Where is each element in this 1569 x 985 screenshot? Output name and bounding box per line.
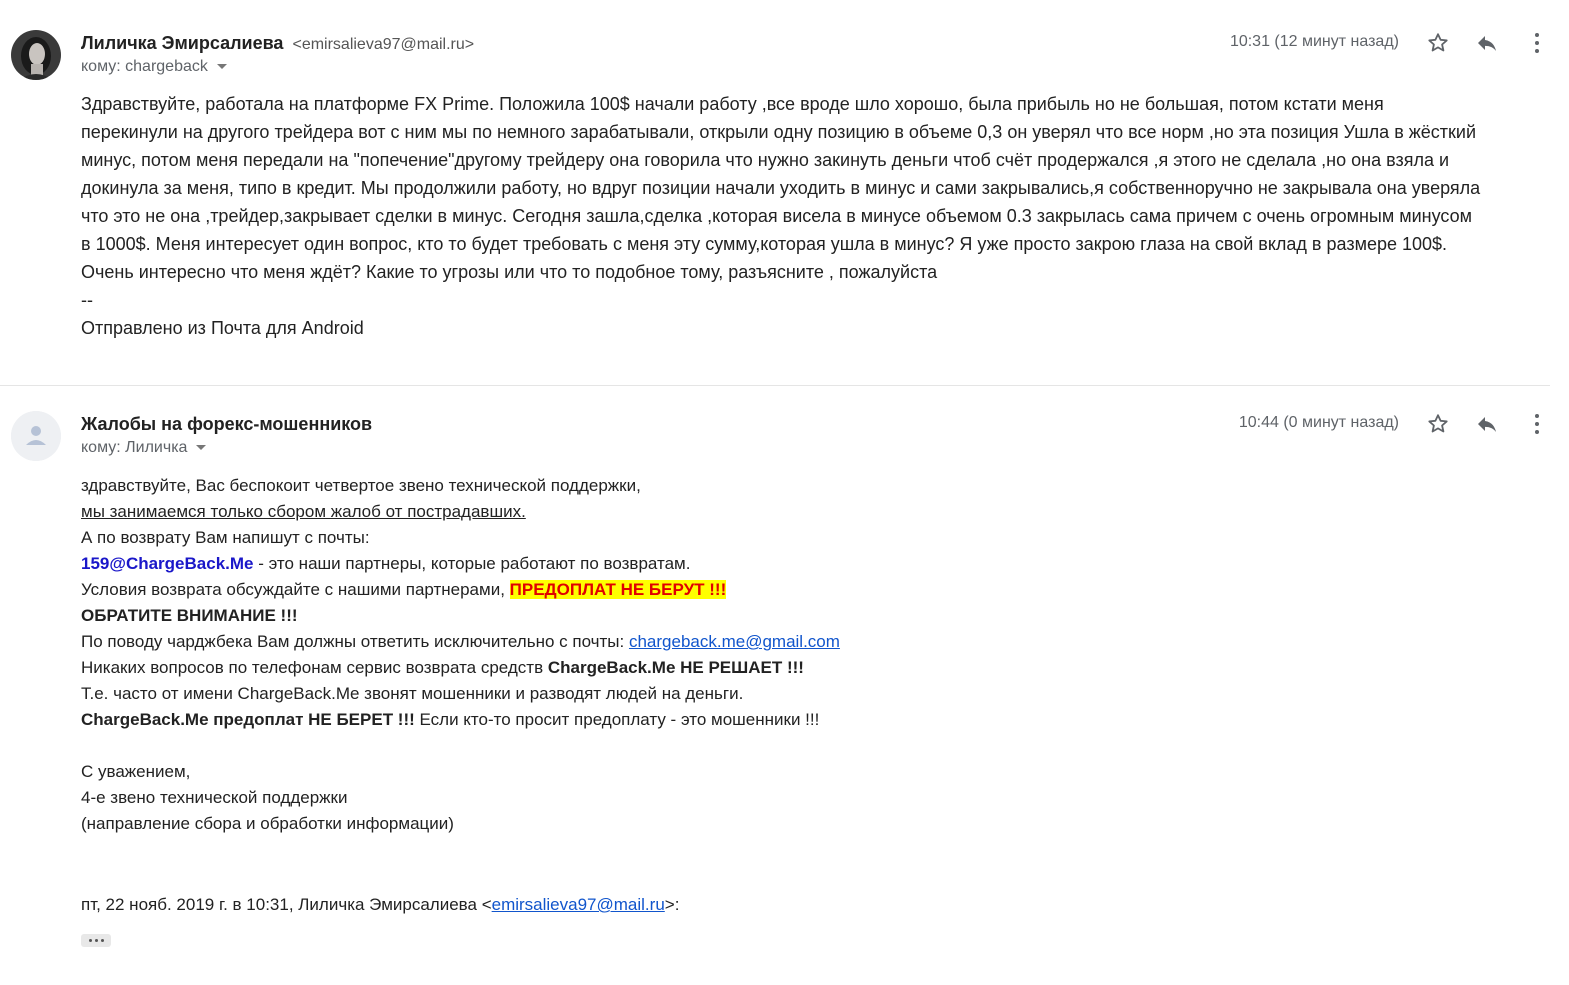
signature-line: 4-е звено технической поддержки bbox=[81, 788, 348, 807]
quoted-header: пт, 22 нояб. 2019 г. в 10:31, Лиличка Эм… bbox=[81, 892, 679, 918]
reply-button[interactable] bbox=[1473, 29, 1501, 57]
sender-name[interactable]: Жалобы на форекс-мошенников bbox=[81, 414, 372, 434]
show-trimmed-content-button[interactable] bbox=[81, 934, 111, 947]
avatar-photo-icon bbox=[11, 30, 61, 80]
recipient-line[interactable]: кому: Лиличка bbox=[81, 439, 207, 457]
reply-body: здравствуйте, Вас беспокоит четвертое зв… bbox=[81, 473, 1381, 837]
body-line: минус, потом меня передали на "попечение… bbox=[81, 150, 1450, 170]
recipient-label: кому: Лиличка bbox=[81, 439, 188, 456]
signature-separator: -- bbox=[81, 290, 93, 310]
body-line: По поводу чарджбека Вам должны ответить … bbox=[81, 629, 1381, 655]
reply-button[interactable] bbox=[1473, 410, 1501, 438]
body-line: перекинули на другого трейдера вот с ним… bbox=[81, 122, 1477, 142]
body-line: что это не она ,трейдер,закрывает сделки… bbox=[81, 206, 1472, 226]
star-icon bbox=[1428, 414, 1448, 433]
body-line: Здравствуйте, работала на платформе FX P… bbox=[81, 94, 1384, 114]
body-line: здравствуйте, Вас беспокоит четвертое зв… bbox=[81, 476, 641, 495]
sender-line: Жалобы на форекс-мошенников bbox=[81, 414, 372, 435]
attention-heading: ОБРАТИТЕ ВНИМАНИЕ !!! bbox=[81, 606, 298, 625]
quote-suffix: >: bbox=[664, 895, 680, 914]
body-line: в 1000$. Меня интересует один вопрос, кт… bbox=[81, 234, 1448, 254]
star-button[interactable] bbox=[1424, 29, 1452, 57]
quoted-email-link[interactable]: emirsalieva97@mail.ru bbox=[492, 895, 665, 914]
signature-line: (направление сбора и обработки информаци… bbox=[81, 814, 454, 833]
body-line: Условия возврата обсуждайте с нашими пар… bbox=[81, 577, 1381, 603]
body-line: докинула за меня, типо в кредит. Мы прод… bbox=[81, 178, 1481, 198]
body-line: Т.е. часто от имени ChargeBack.Me звонят… bbox=[81, 684, 744, 703]
partner-note: - это наши партнеры, которые работают по… bbox=[253, 554, 691, 573]
ellipsis-dot bbox=[100, 939, 104, 942]
message-1: Лиличка Эмирсалиева <emirsalieva97@mail.… bbox=[0, 0, 1569, 385]
message-time: 10:44 (0 минут назад) bbox=[1238, 414, 1399, 431]
message-body: Здравствуйте, работала на платформе FX P… bbox=[81, 90, 1561, 342]
sender-avatar[interactable] bbox=[11, 30, 61, 80]
more-options-button[interactable] bbox=[1523, 410, 1551, 438]
warning-highlight: ПРЕДОПЛАТ НЕ БЕРУТ !!! bbox=[509, 580, 727, 599]
chargeback-email-link[interactable]: chargeback.me@gmail.com bbox=[629, 632, 840, 651]
chevron-down-icon[interactable] bbox=[216, 64, 227, 70]
sender-name[interactable]: Лиличка Эмирсалиева bbox=[81, 33, 283, 53]
chargeback-text: По поводу чарджбека Вам должны ответить … bbox=[81, 632, 629, 651]
body-line: 159@ChargeBack.Me - это наши партнеры, к… bbox=[81, 551, 1381, 577]
body-line: Никаких вопросов по телефонам сервис воз… bbox=[81, 655, 1381, 681]
message-time: 10:31 (12 минут назад) bbox=[1229, 33, 1399, 50]
sender-avatar[interactable] bbox=[11, 411, 61, 461]
recipient-label: кому: chargeback bbox=[81, 58, 208, 75]
conditions-text: Условия возврата обсуждайте с нашими пар… bbox=[81, 580, 510, 599]
sender-email: <emirsalieva97@mail.ru> bbox=[292, 36, 475, 53]
body-line: ChargeBack.Me предоплат НЕ БЕРЕТ !!! Есл… bbox=[81, 707, 1381, 733]
signature-text: Отправлено из Почта для Android bbox=[81, 318, 364, 338]
underlined-text: мы занимаемся только сбором жалоб от пос… bbox=[81, 502, 526, 521]
body-line: мы занимаемся только сбором жалоб от пос… bbox=[81, 499, 1381, 525]
partner-email: 159@ChargeBack.Me bbox=[81, 554, 254, 573]
bold-text: ChargeBack.Me предоплат НЕ БЕРЕТ !!! bbox=[81, 710, 415, 729]
ellipsis-dot bbox=[94, 939, 98, 942]
signature-line: С уважением, bbox=[81, 762, 191, 781]
body-line: Очень интересно что меня ждёт? Какие то … bbox=[81, 262, 938, 282]
star-icon bbox=[1428, 33, 1448, 52]
ellipsis-dot bbox=[88, 939, 92, 942]
avatar-placeholder-icon bbox=[11, 411, 61, 461]
bold-text: ChargeBack.Me НЕ РЕШАЕТ !!! bbox=[547, 658, 804, 677]
body-line: А по возврату Вам напишут с почты: bbox=[81, 528, 370, 547]
star-button[interactable] bbox=[1424, 410, 1452, 438]
quote-prefix: пт, 22 нояб. 2019 г. в 10:31, Лиличка Эм… bbox=[81, 895, 492, 914]
fraud-warning-text: Если кто-то просит предоплату - это моше… bbox=[414, 710, 820, 729]
reply-icon bbox=[1478, 36, 1496, 51]
chevron-down-icon[interactable] bbox=[196, 445, 207, 451]
recipient-line[interactable]: кому: chargeback bbox=[81, 58, 227, 76]
more-vert-icon bbox=[1535, 414, 1539, 434]
phone-text: Никаких вопросов по телефонам сервис воз… bbox=[81, 658, 548, 677]
more-options-button[interactable] bbox=[1523, 29, 1551, 57]
more-vert-icon bbox=[1535, 33, 1539, 53]
reply-icon bbox=[1478, 417, 1496, 432]
sender-line: Лиличка Эмирсалиева <emirsalieva97@mail.… bbox=[81, 33, 474, 54]
